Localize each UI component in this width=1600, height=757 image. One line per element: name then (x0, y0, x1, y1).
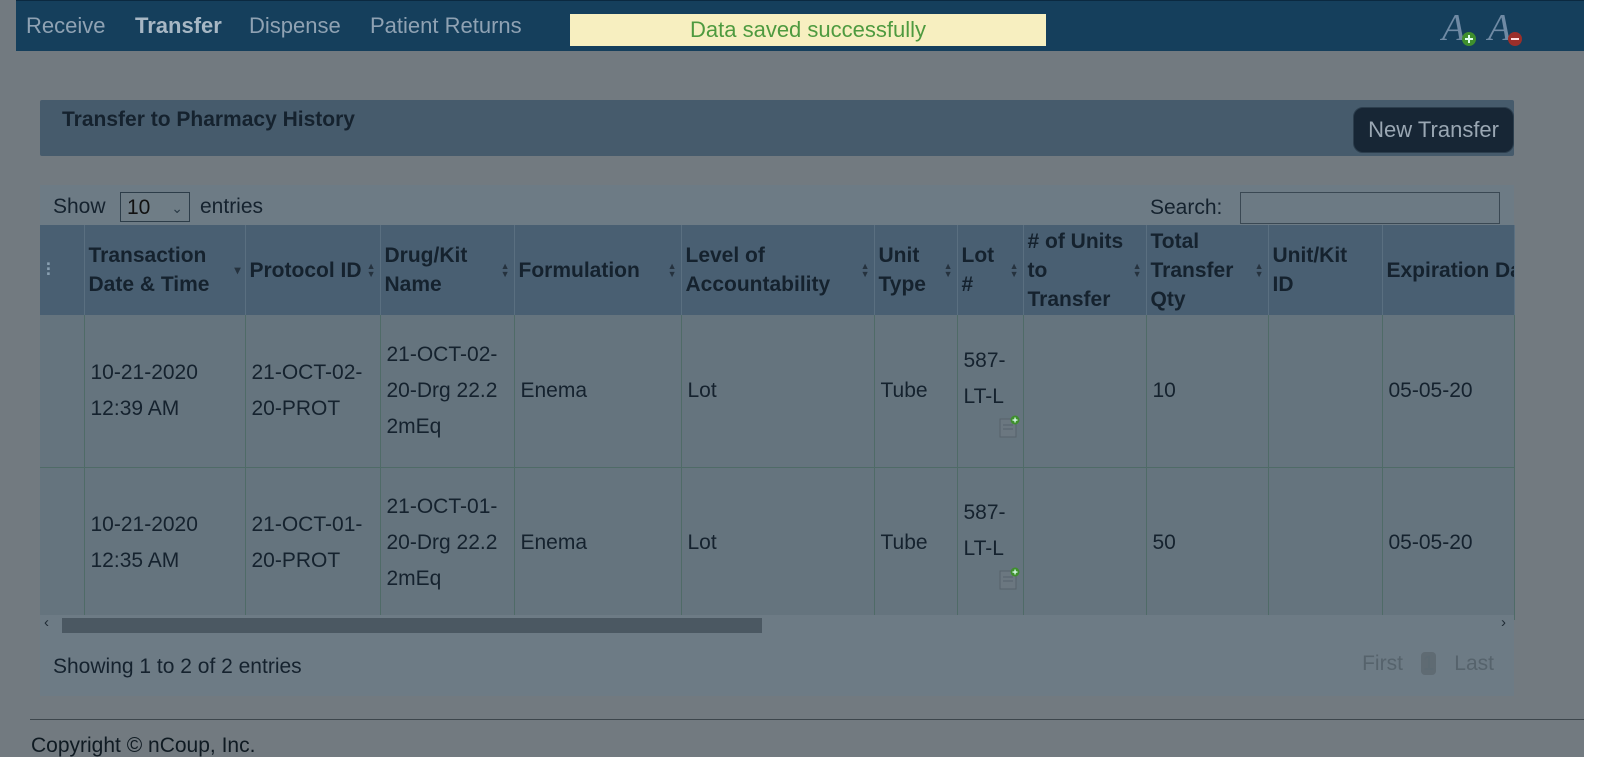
transfer-history-table: ⫶ Transaction Date & Time ▾ Protocol ID ▲ ▼… (40, 225, 1515, 620)
entries-select[interactable]: 10 ⌄ (120, 192, 190, 222)
add-note-icon[interactable] (998, 567, 1022, 591)
table-row[interactable]: 10-21-2020 12:39 AM 21-OCT-02-20-PROT 21… (40, 315, 1515, 468)
cell-protocol: 21-OCT-02-20-PROT (245, 315, 381, 468)
header-lot-number[interactable]: Lot # ▲ ▼ (957, 225, 1024, 315)
table-row[interactable]: 10-21-2020 12:35 AM 21-OCT-01-20-PROT 21… (40, 467, 1515, 620)
entries-label: entries (200, 195, 264, 218)
copyright: Copyright © nCoup, Inc. (31, 734, 256, 757)
sort-icon: ▲ ▼ (1009, 261, 1019, 279)
cell-lot: 587-LT-L (957, 315, 1024, 468)
panel-title: Transfer to Pharmacy History (62, 108, 355, 131)
row-select-cell (40, 467, 85, 620)
nav-transfer[interactable]: Transfer (135, 13, 222, 39)
app-frame: Receive Transfer Dispense Patient Return… (0, 0, 1584, 757)
cell-datetime: 10-21-2020 12:35 AM (84, 467, 246, 620)
search-label: Search: (1150, 196, 1223, 219)
page-first[interactable]: First (1362, 652, 1403, 675)
header-unit-kit-id[interactable]: Unit/Kit ID (1268, 225, 1383, 315)
cell-units (1023, 315, 1147, 468)
nav-patient-returns[interactable]: Patient Returns (370, 13, 522, 39)
svg-text:A: A (1440, 7, 1466, 47)
nav-dispense[interactable]: Dispense (249, 13, 341, 39)
cell-unit-kit-id (1268, 315, 1383, 468)
sort-icon: ▲ ▼ (1132, 261, 1142, 279)
show-label: Show (53, 195, 106, 218)
new-transfer-button[interactable]: New Transfer (1353, 107, 1514, 153)
cell-total-qty: 10 (1146, 315, 1269, 468)
cell-unit-type: Tube (874, 315, 958, 468)
cell-level: Lot (681, 467, 875, 620)
history-panel: Transfer to Pharmacy History New Transfe… (40, 100, 1514, 156)
sort-icon: ▲ ▼ (943, 261, 953, 279)
header-unit-type[interactable]: Unit Type ▲ ▼ (874, 225, 958, 315)
entries-value: 10 (127, 196, 151, 219)
top-nav: Receive Transfer Dispense Patient Return… (16, 0, 1584, 51)
header-total-transfer-qty[interactable]: Total Transfer Qty ▲ ▼ (1146, 225, 1269, 315)
lot-number: 587-LT-L (963, 348, 1006, 408)
cell-drug: 21-OCT-02-20-Drg 22.22mEq (380, 315, 515, 468)
table-info: Showing 1 to 2 of 2 entries (53, 655, 302, 678)
sort-icon: ▲ ▼ (860, 261, 870, 279)
header-drug-kit-name[interactable]: Drug/Kit Name ▲ ▼ (380, 225, 515, 315)
cell-expiration: 05-05-20 (1382, 315, 1515, 468)
page-current[interactable]: 1 (1420, 652, 1437, 675)
font-increase-icon[interactable]: A (1439, 7, 1480, 49)
cell-units (1023, 467, 1147, 620)
cell-unit-type: Tube (874, 467, 958, 620)
search-input[interactable] (1240, 192, 1500, 224)
sort-desc-icon: ▾ (234, 263, 241, 277)
success-toast: Data saved successfully (570, 14, 1046, 46)
sort-icon: ▲ ▼ (366, 261, 376, 279)
cell-expiration: 05-05-20 (1382, 467, 1515, 620)
cell-unit-kit-id (1268, 467, 1383, 620)
header-formulation[interactable]: Formulation ▲ ▼ (514, 225, 682, 315)
header-transaction-datetime[interactable]: Transaction Date & Time ▾ (84, 225, 246, 315)
column-chooser[interactable]: ⫶ (40, 225, 85, 315)
sort-icon: ▲ ▼ (1254, 261, 1264, 279)
cell-formulation: Enema (514, 467, 682, 620)
cell-formulation: Enema (514, 315, 682, 468)
sort-icon: ▲ ▼ (500, 261, 510, 279)
cell-level: Lot (681, 315, 875, 468)
scrollbar-thumb[interactable] (62, 618, 762, 633)
columns-icon: ⫶ (46, 260, 51, 280)
cell-datetime: 10-21-2020 12:39 AM (84, 315, 246, 468)
lot-number: 587-LT-L (963, 501, 1006, 560)
scroll-right-icon[interactable]: › (1501, 614, 1506, 631)
scroll-left-icon[interactable]: ‹ (44, 614, 49, 631)
transfer-table-wrapper: Show 10 ⌄ entries Search: ⫶ Transaction … (40, 185, 1515, 696)
font-decrease-icon[interactable]: A (1485, 7, 1526, 49)
chevron-down-icon: ⌄ (171, 200, 183, 216)
header-units-to-transfer[interactable]: # of Units to Transfer ▲ ▼ (1023, 225, 1147, 315)
cell-total-qty: 50 (1146, 467, 1269, 620)
page-edge (1584, 0, 1600, 757)
header-expiration-date[interactable]: Expiration Date (1382, 225, 1515, 315)
cell-lot: 587-LT-L (957, 467, 1024, 620)
page-last[interactable]: Last (1454, 652, 1494, 675)
svg-text:A: A (1486, 7, 1512, 47)
cell-drug: 21-OCT-01-20-Drg 22.22mEq (380, 467, 515, 620)
header-protocol-id[interactable]: Protocol ID ▲ ▼ (245, 225, 381, 315)
add-note-icon[interactable] (998, 415, 1022, 439)
horizontal-scrollbar[interactable]: ‹ › (40, 614, 1514, 635)
footer-divider (30, 719, 1584, 720)
row-select-cell (40, 315, 85, 468)
table-header-row: ⫶ Transaction Date & Time ▾ Protocol ID ▲ ▼… (40, 225, 1515, 315)
pagination: First 1 Last (1350, 652, 1494, 676)
nav-receive[interactable]: Receive (26, 13, 105, 39)
sort-icon: ▲ ▼ (667, 261, 677, 279)
header-level-of-accountability[interactable]: Level of Accountability ▲ ▼ (681, 225, 875, 315)
cell-protocol: 21-OCT-01-20-PROT (245, 467, 381, 620)
